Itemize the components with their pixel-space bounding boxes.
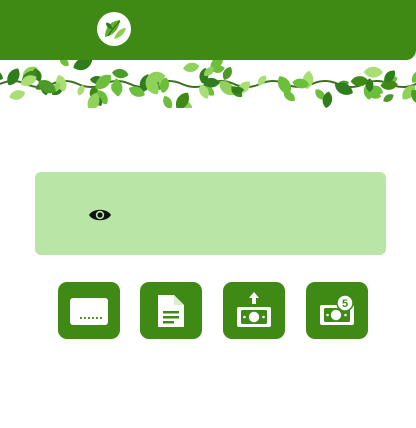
cash-upload-icon bbox=[237, 292, 271, 327]
card-icon bbox=[70, 298, 108, 325]
vine-leaf bbox=[411, 70, 416, 83]
cash-badge-icon: 5 bbox=[320, 294, 354, 325]
document-icon bbox=[158, 295, 184, 327]
vine-leaf bbox=[9, 90, 26, 100]
eye-icon[interactable] bbox=[88, 207, 112, 223]
vine-leaf bbox=[7, 68, 20, 86]
vine-leaf bbox=[73, 60, 93, 71]
cash-badge-count: 5 bbox=[342, 298, 348, 310]
vine-leaf bbox=[59, 60, 69, 67]
cash-count-button[interactable]: 5 bbox=[306, 282, 368, 339]
vine-leaf bbox=[183, 62, 200, 72]
vine-leaf bbox=[363, 66, 383, 78]
leaf-vine-banner bbox=[0, 60, 416, 108]
statement-button[interactable] bbox=[140, 282, 202, 339]
vine-leaf bbox=[0, 70, 3, 80]
vine-leaf bbox=[383, 94, 394, 102]
quick-actions: 5 bbox=[0, 282, 416, 340]
vine-leaf bbox=[112, 68, 129, 79]
card-button[interactable] bbox=[58, 282, 120, 339]
send-money-button[interactable] bbox=[223, 282, 285, 339]
app-header bbox=[0, 0, 416, 60]
vine-leaf bbox=[163, 95, 173, 108]
leaf-logo-icon bbox=[97, 12, 131, 46]
